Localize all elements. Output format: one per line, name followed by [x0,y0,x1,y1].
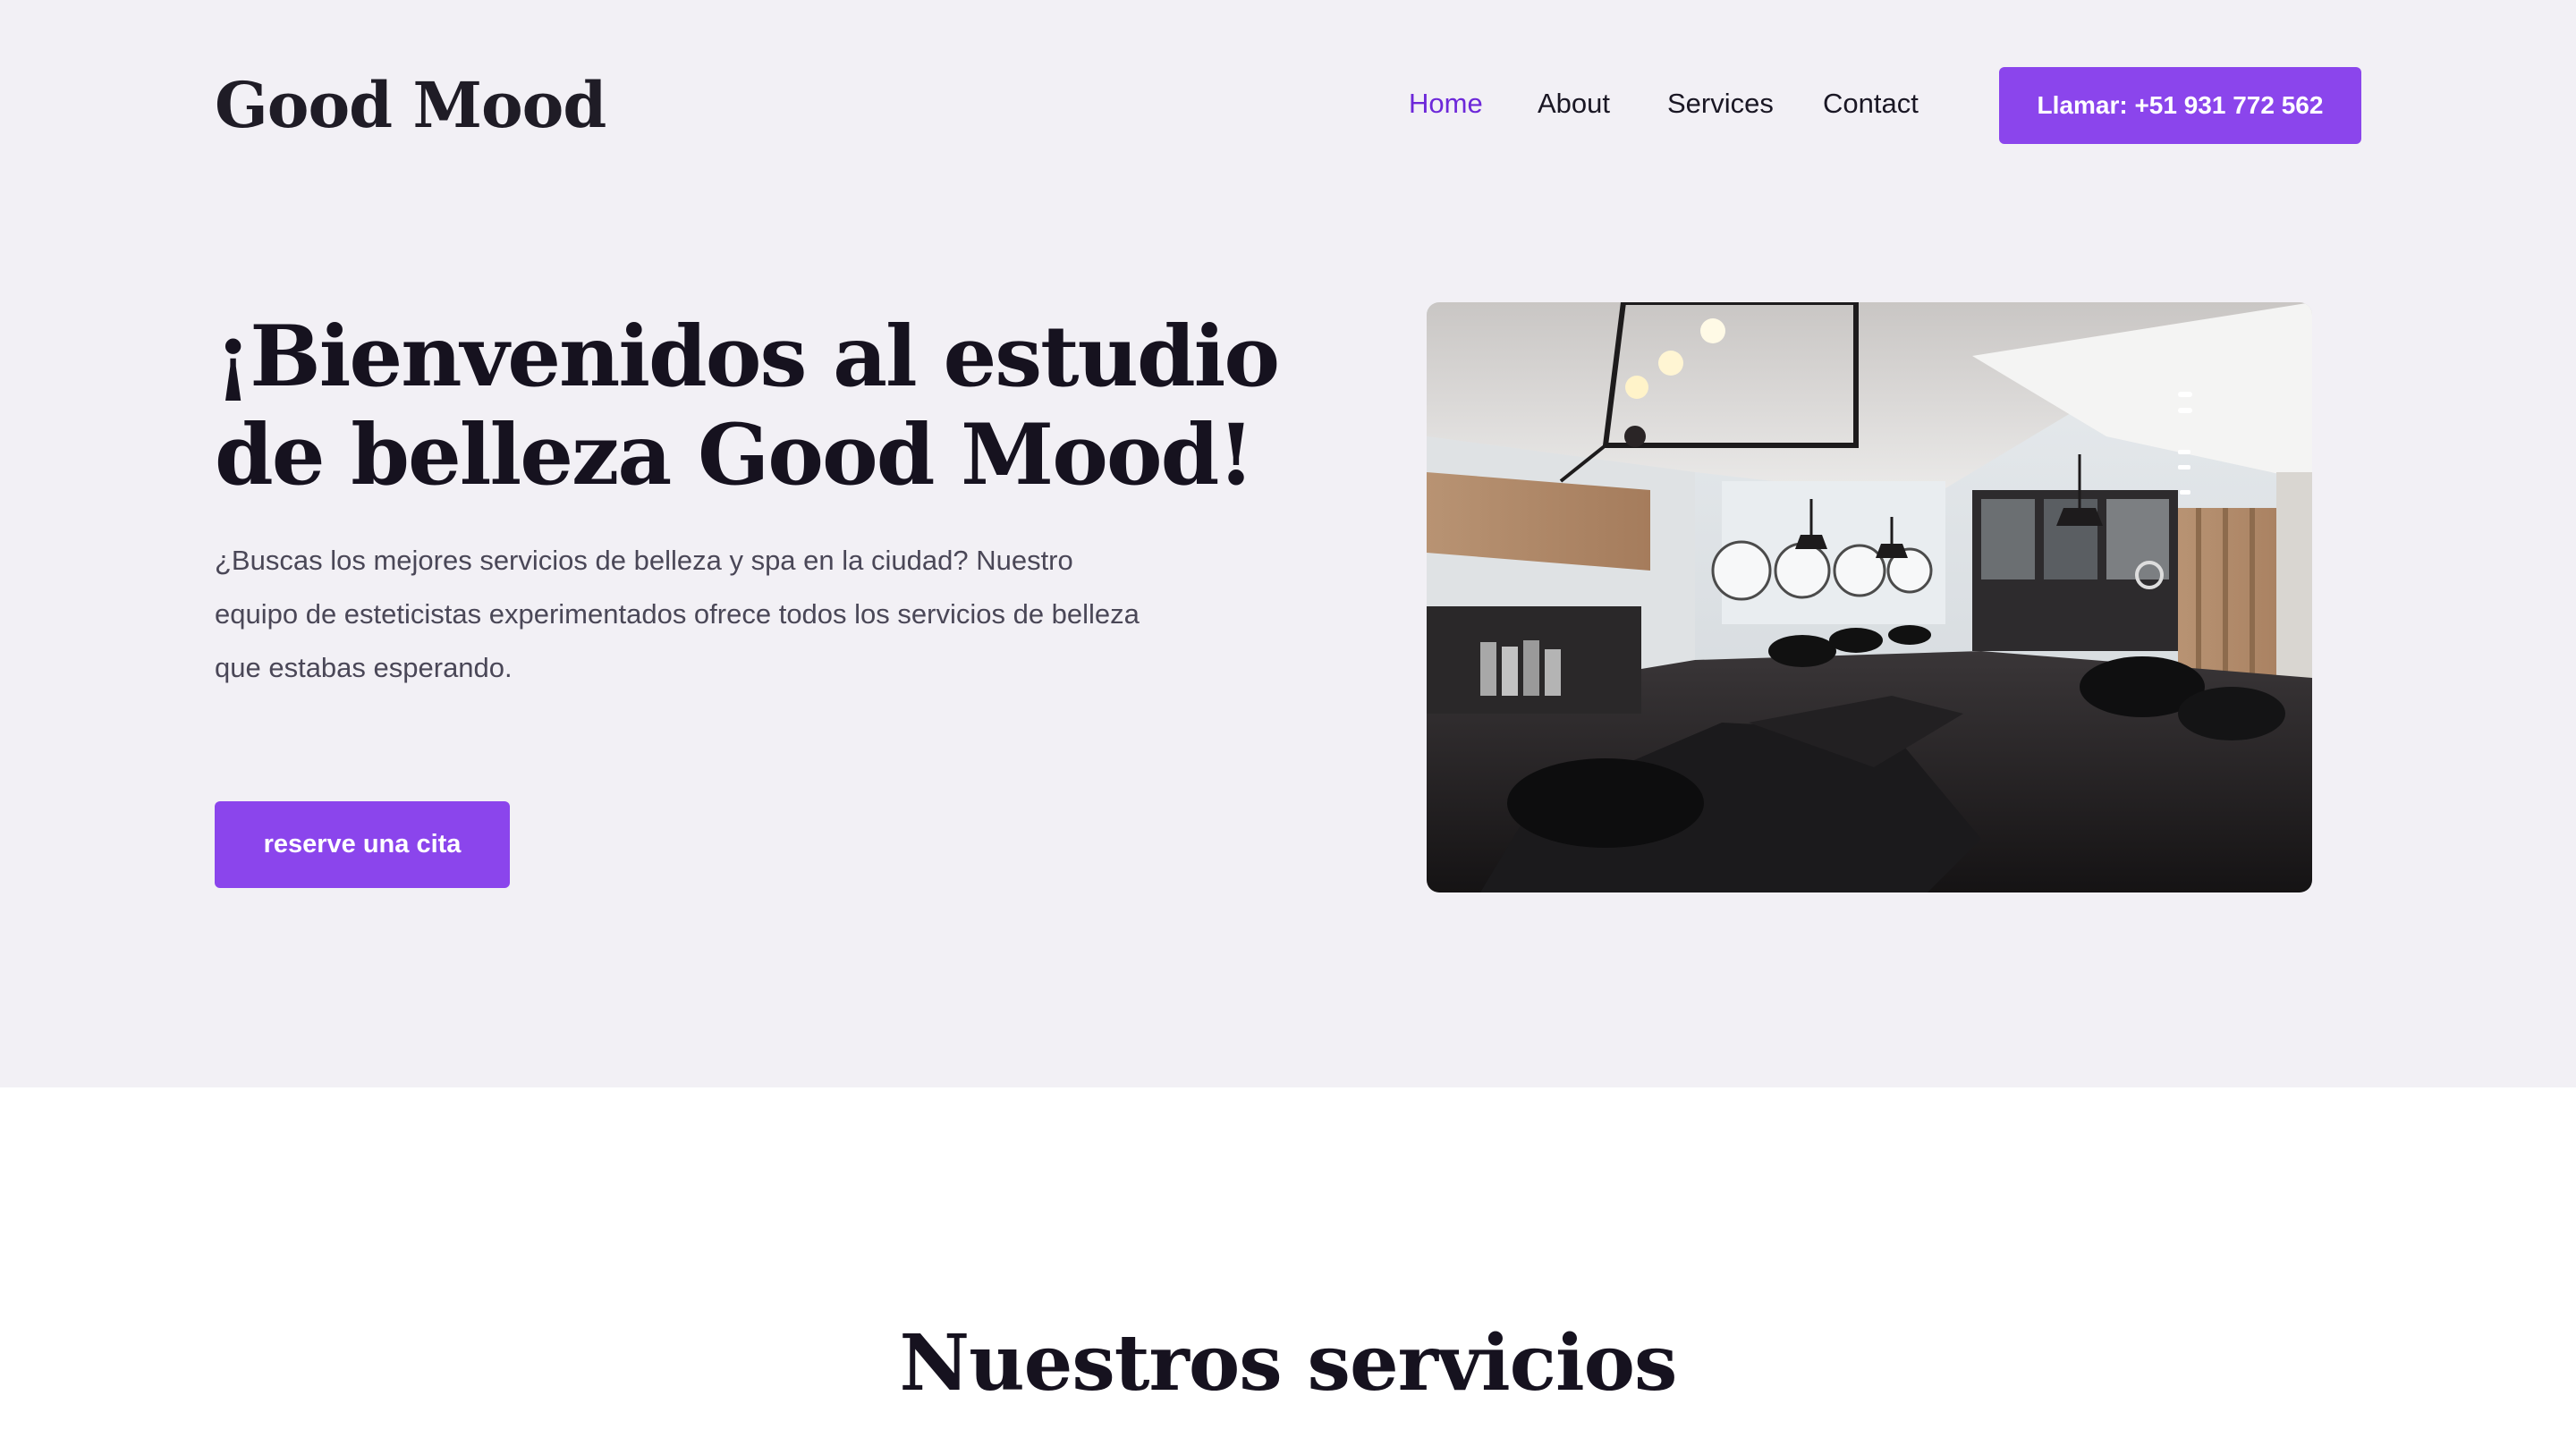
site-logo[interactable]: Good Mood [215,64,606,147]
nav-item-about[interactable]: About [1538,84,1610,123]
book-appointment-button[interactable]: reserve una cita [215,801,510,888]
salon-photo [1427,302,2312,892]
hero-title-line1: ¡Bienvenidos al estudio [215,308,1280,406]
hero-title: ¡Bienvenidos al estudio de belleza Good … [215,308,1288,504]
hero-title-line2: de belleza Good Mood! [215,406,1255,504]
call-button[interactable]: Llamar: +51 931 772 562 [1999,67,2361,144]
nav-item-home[interactable]: Home [1409,84,1483,123]
hero-description: ¿Buscas los mejores servicios de belleza… [215,545,1140,683]
nav-item-contact[interactable]: Contact [1823,84,1919,123]
services-section-title: Nuestros servicios [899,1318,1678,1408]
nav-item-services[interactable]: Services [1667,84,1774,123]
